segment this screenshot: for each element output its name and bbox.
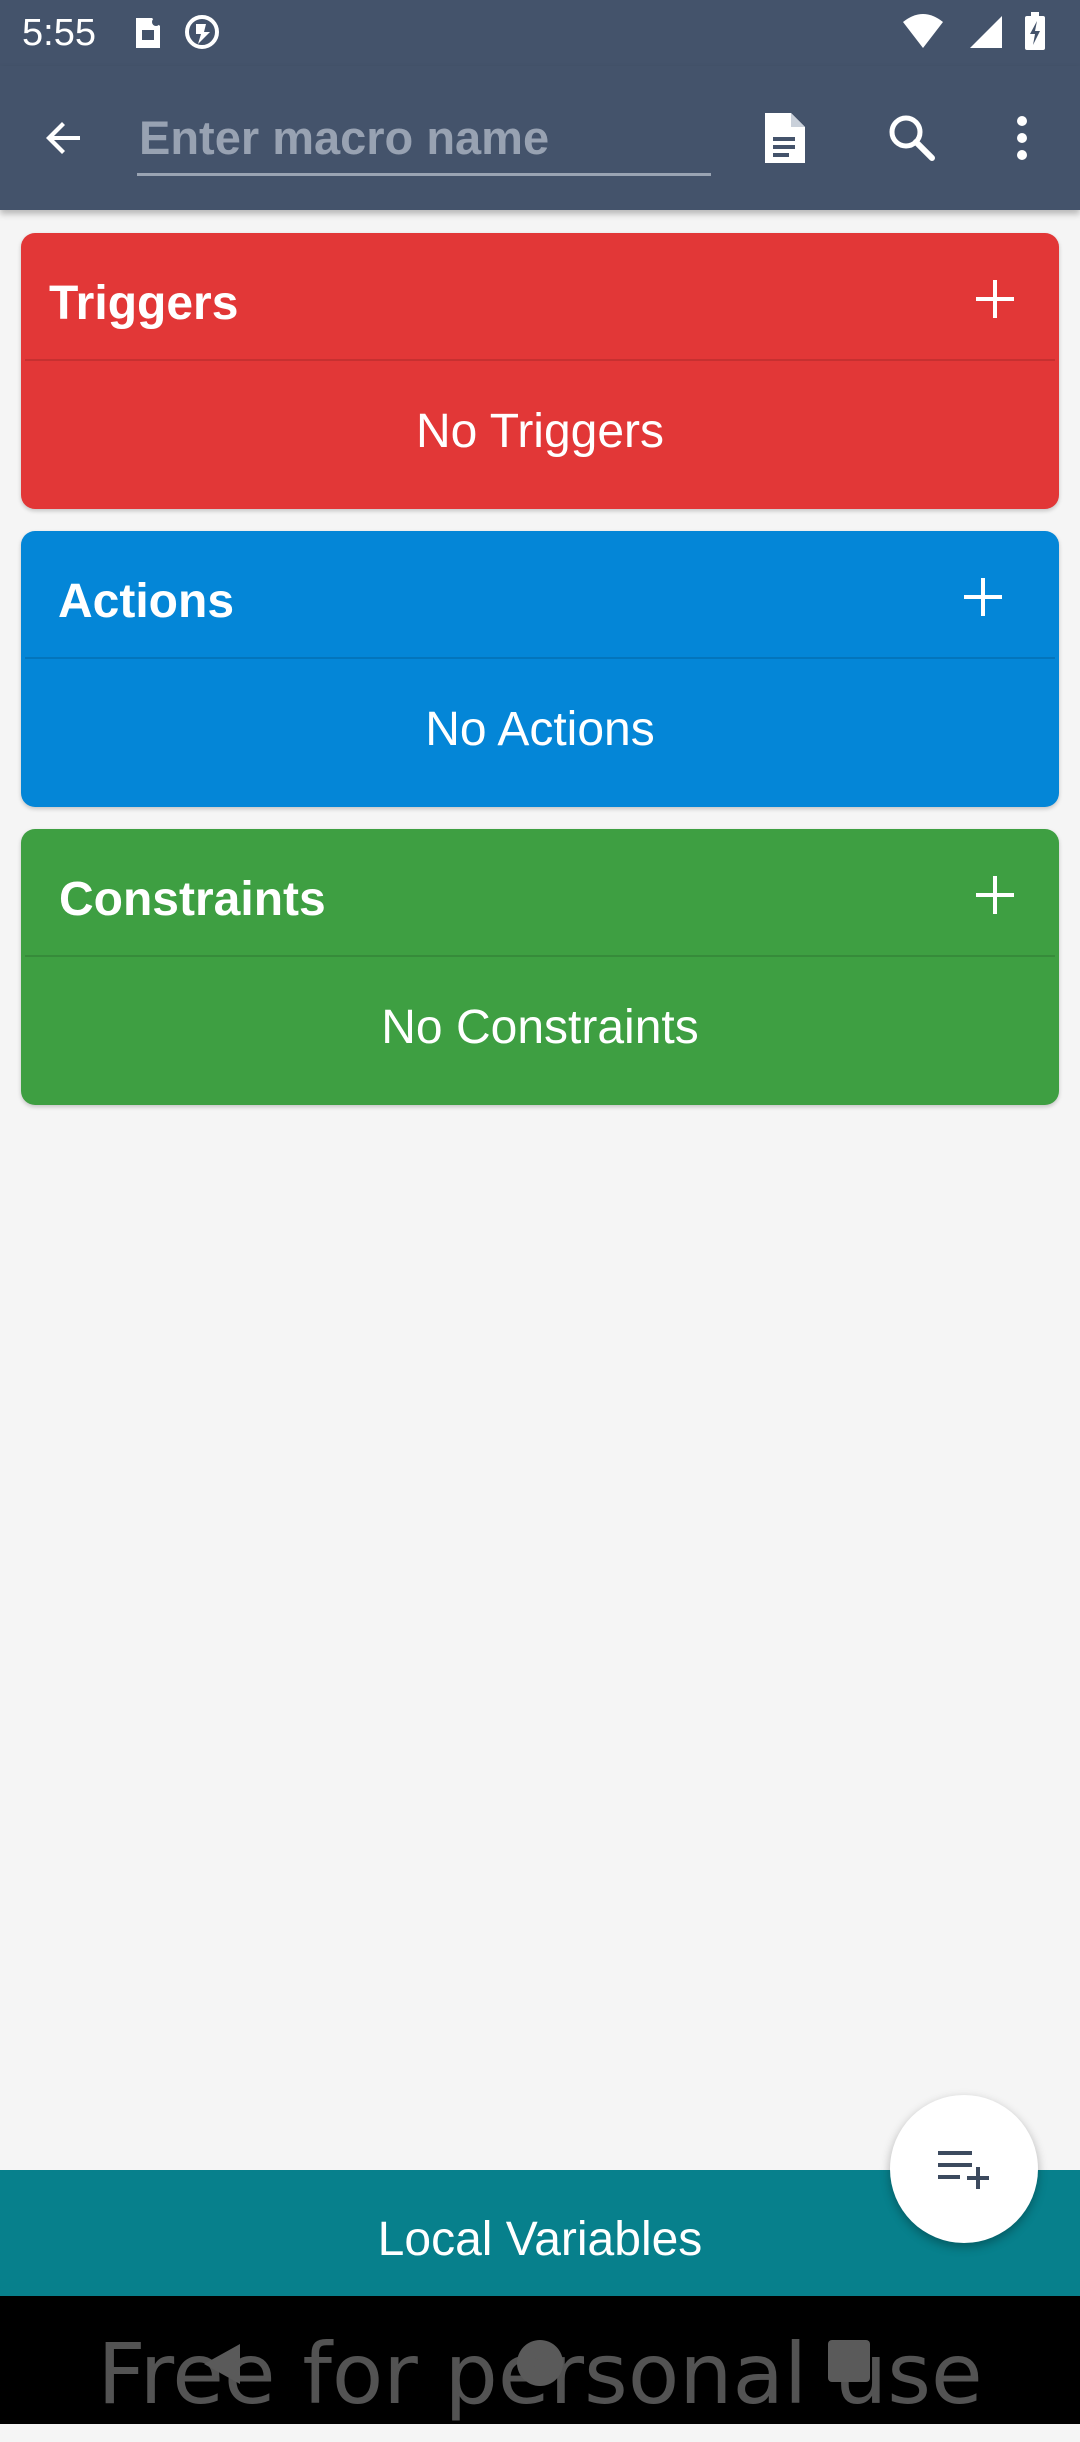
status-left-icons (132, 12, 236, 52)
nav-back-icon[interactable] (196, 2338, 248, 2390)
triggers-card: Triggers No Triggers (21, 233, 1059, 509)
add-constraint-button[interactable] (959, 859, 1031, 931)
status-bar: 5:55 (0, 0, 1080, 66)
fab-button[interactable] (890, 2095, 1038, 2243)
no-triggers-text[interactable]: No Triggers (21, 361, 1059, 509)
vpn-icon (185, 15, 220, 49)
add-trigger-button[interactable] (959, 263, 1031, 335)
macro-name-input[interactable] (137, 108, 711, 176)
playlist-add-icon (938, 2151, 989, 2189)
nav-home-icon[interactable] (515, 2338, 565, 2388)
constraints-title: Constraints (59, 873, 326, 926)
battery-charging-icon (1025, 12, 1045, 50)
back-button[interactable] (22, 96, 106, 180)
back-arrow-icon (46, 122, 80, 154)
status-time: 5:55 (22, 12, 96, 54)
triggers-header: Triggers (21, 233, 1059, 359)
cell-signal-icon (969, 16, 1002, 48)
add-action-button[interactable] (947, 561, 1019, 633)
triggers-title: Triggers (49, 277, 239, 330)
plus-icon (964, 578, 1002, 616)
document-button[interactable] (742, 96, 826, 180)
no-constraints-text[interactable]: No Constraints (21, 957, 1059, 1105)
status-right-icons (901, 12, 1062, 52)
no-actions-text[interactable]: No Actions (21, 659, 1059, 807)
navigation-bar (0, 2296, 1080, 2424)
search-icon (889, 115, 935, 161)
more-options-button[interactable] (980, 96, 1064, 180)
more-vert-icon (1017, 116, 1027, 160)
plus-icon (976, 876, 1014, 914)
plus-icon (976, 280, 1014, 318)
search-button[interactable] (870, 96, 954, 180)
nav-recents-icon[interactable] (826, 2338, 872, 2384)
actions-title: Actions (58, 575, 235, 628)
app-toolbar (0, 66, 1080, 210)
constraints-card: Constraints No Constraints (21, 829, 1059, 1105)
constraints-header: Constraints (21, 829, 1059, 955)
wifi-icon (903, 14, 944, 48)
actions-header: Actions (21, 531, 1059, 657)
document-icon (765, 113, 805, 163)
sim-card-icon (136, 18, 160, 48)
actions-card: Actions No Actions (21, 531, 1059, 807)
